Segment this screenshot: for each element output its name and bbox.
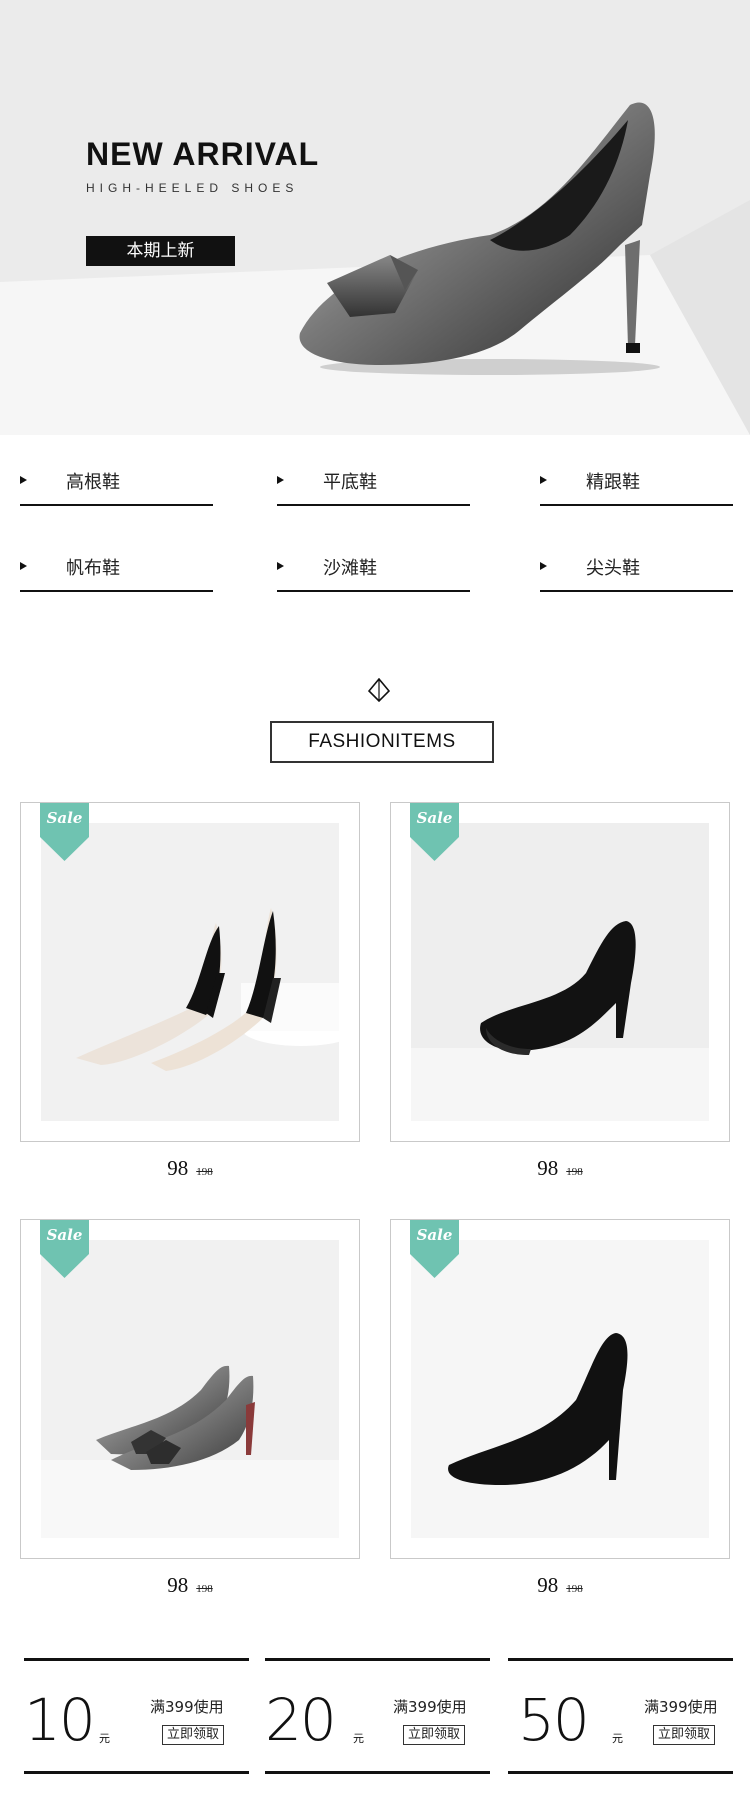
hero-subtitle: HIGH-HEELED SHOES xyxy=(86,181,299,195)
arrow-right-icon xyxy=(277,476,284,484)
coupon-unit: 元 xyxy=(99,1732,110,1745)
product-price: 98 198 xyxy=(390,1156,730,1181)
arrow-right-icon xyxy=(20,476,27,484)
arrow-right-icon xyxy=(20,562,27,570)
product-card[interactable]: Sale xyxy=(390,1219,730,1559)
diamond-icon xyxy=(368,678,390,702)
category-label: 沙滩鞋 xyxy=(323,558,377,579)
sale-badge: Sale xyxy=(410,803,459,861)
original-price: 198 xyxy=(196,1166,213,1178)
product-image xyxy=(411,1240,709,1538)
coupon-amount: 10 xyxy=(24,1686,96,1754)
sale-badge: Sale xyxy=(40,1220,89,1278)
coupon-unit: 元 xyxy=(612,1732,623,1745)
coupon-20[interactable]: 20 元 满399使用 立即领取 xyxy=(265,1658,490,1774)
coupon-condition: 满399使用 xyxy=(150,1698,224,1716)
product-card[interactable]: Sale xyxy=(20,802,360,1142)
product-card[interactable]: Sale xyxy=(390,802,730,1142)
category-pointed-toe[interactable]: 尖头鞋 xyxy=(540,546,733,592)
section-title: FASHIONITEMS xyxy=(270,721,494,763)
coupon-condition: 满399使用 xyxy=(393,1698,467,1716)
coupon-bottom-border xyxy=(24,1771,249,1774)
coupon-top-border xyxy=(24,1658,249,1661)
category-stilettos[interactable]: 精跟鞋 xyxy=(540,460,733,506)
category-canvas-shoes[interactable]: 帆布鞋 xyxy=(20,546,213,592)
hero-shoe-image xyxy=(299,102,660,375)
underline xyxy=(20,590,213,592)
coupon-amount: 20 xyxy=(265,1686,337,1754)
hero-banner: NEW ARRIVAL HIGH-HEELED SHOES 本期上新 xyxy=(0,0,750,435)
original-price: 198 xyxy=(196,1583,213,1595)
product-price: 98 198 xyxy=(20,1156,360,1181)
arrow-right-icon xyxy=(277,562,284,570)
new-arrivals-button[interactable]: 本期上新 xyxy=(86,236,235,266)
product-price: 98 198 xyxy=(20,1573,360,1598)
sale-price: 98 xyxy=(537,1573,559,1597)
original-price: 198 xyxy=(566,1583,583,1595)
sale-price: 98 xyxy=(167,1573,189,1597)
claim-coupon-button[interactable]: 立即领取 xyxy=(403,1725,466,1745)
underline xyxy=(277,590,470,592)
product-image xyxy=(411,823,709,1121)
sale-price: 98 xyxy=(167,1156,189,1180)
coupon-top-border xyxy=(265,1658,490,1661)
product-image xyxy=(41,823,339,1121)
coupon-top-border xyxy=(508,1658,733,1661)
original-price: 198 xyxy=(566,1166,583,1178)
coupon-bottom-border xyxy=(508,1771,733,1774)
product-price: 98 198 xyxy=(390,1573,730,1598)
arrow-right-icon xyxy=(540,562,547,570)
coupon-unit: 元 xyxy=(353,1732,364,1745)
category-label: 高根鞋 xyxy=(66,472,120,493)
coupon-condition: 满399使用 xyxy=(644,1698,718,1716)
sale-price: 98 xyxy=(537,1156,559,1180)
underline xyxy=(540,504,733,506)
hero-title: NEW ARRIVAL xyxy=(86,136,320,172)
category-label: 帆布鞋 xyxy=(66,558,120,579)
category-high-heels[interactable]: 高根鞋 xyxy=(20,460,213,506)
arrow-right-icon xyxy=(540,476,547,484)
product-card[interactable]: Sale xyxy=(20,1219,360,1559)
category-beach-shoes[interactable]: 沙滩鞋 xyxy=(277,546,470,592)
coupon-50[interactable]: 50 元 满399使用 立即领取 xyxy=(508,1658,733,1774)
coupon-10[interactable]: 10 元 满399使用 立即领取 xyxy=(24,1658,249,1774)
sale-badge: Sale xyxy=(40,803,89,861)
coupon-bottom-border xyxy=(265,1771,490,1774)
category-label: 精跟鞋 xyxy=(586,472,640,493)
coupon-amount: 50 xyxy=(518,1686,590,1754)
category-label: 尖头鞋 xyxy=(586,558,640,579)
claim-coupon-button[interactable]: 立即领取 xyxy=(653,1725,716,1745)
category-flats[interactable]: 平底鞋 xyxy=(277,460,470,506)
sale-badge: Sale xyxy=(410,1220,459,1278)
underline xyxy=(20,504,213,506)
underline xyxy=(277,504,470,506)
category-label: 平底鞋 xyxy=(323,472,377,493)
product-image xyxy=(41,1240,339,1538)
claim-coupon-button[interactable]: 立即领取 xyxy=(162,1725,225,1745)
underline xyxy=(540,590,733,592)
